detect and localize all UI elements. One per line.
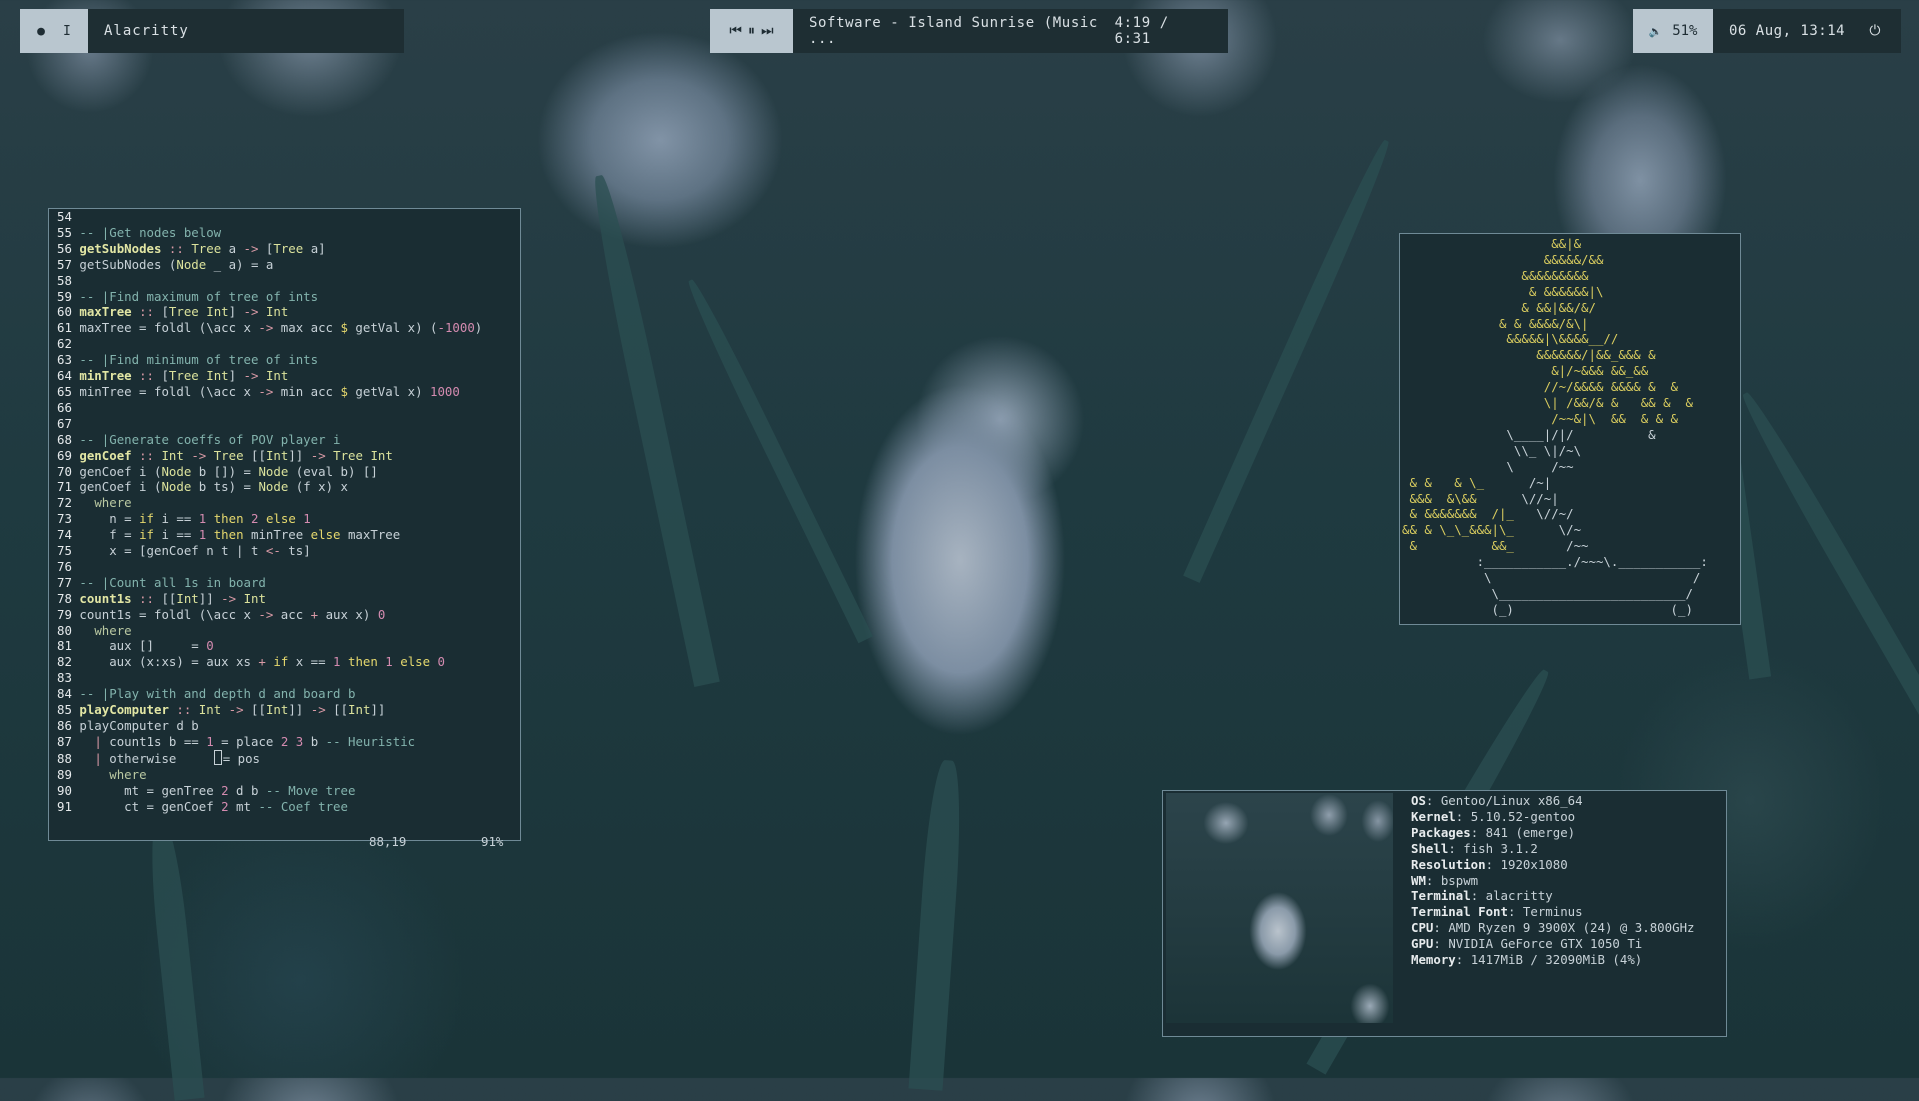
media-controls: ⏮ ⏸ ⏭ [710, 9, 793, 53]
info-key: Terminal Font [1411, 904, 1508, 920]
info-separator: : [1470, 824, 1486, 840]
info-row: Shell: fish 3.1.2 [1411, 841, 1695, 857]
vim-terminal-window[interactable]: 54 55 -- |Get nodes below 56 getSubNodes… [48, 208, 521, 849]
now-playing: Software - Island Sunrise (Music ... 4:1… [793, 9, 1228, 53]
info-value: 841 (emerge) [1485, 824, 1576, 840]
info-row: OS: Gentoo/Linux x86_64 [1411, 793, 1695, 809]
ascii-art-window[interactable]: &&|& &&&&&/&& &&&&&&&&& & &&&&&&|\ & &&|… [1399, 233, 1741, 625]
info-separator: : [1455, 808, 1471, 824]
wallpaper-thumbnail [1166, 793, 1393, 1023]
workspace-bar: ● I Alacritty [20, 9, 404, 53]
info-value: AMD Ryzen 9 3900X (24) @ 3.800GHz [1448, 920, 1695, 936]
info-key: OS [1411, 793, 1426, 808]
info-key: Resolution [1411, 856, 1486, 872]
track-time: 4:19 / 6:31 [1114, 15, 1169, 47]
track-title: Software - Island Sunrise (Music ... [809, 15, 1098, 47]
pause-icon[interactable]: ⏸ [748, 23, 755, 39]
volume-control[interactable]: 🔈 51% [1633, 9, 1713, 53]
info-value: fish 3.1.2 [1463, 840, 1538, 856]
workspace-label: I [63, 23, 71, 39]
info-row: Packages: 841 (emerge) [1411, 825, 1695, 841]
info-row: WM: bspwm [1411, 873, 1695, 889]
workspace-dot-icon: ● [37, 23, 45, 39]
info-row: Resolution: 1920x1080 [1411, 857, 1695, 873]
info-value: Gentoo/Linux x86_64 [1440, 793, 1583, 808]
neofetch-window[interactable]: OS: Gentoo/Linux x86_64 Kernel: 5.10.52-g… [1162, 790, 1727, 1037]
info-value: 1417MiB / 32090MiB (4%) [1470, 952, 1643, 968]
cursor-position: 88,19 [369, 834, 407, 849]
system-info: OS: Gentoo/Linux x86_64 Kernel: 5.10.52-g… [1411, 793, 1695, 968]
media-bar: ⏮ ⏸ ⏭ Software - Island Sunrise (Music .… [710, 9, 1228, 53]
workspace-indicator[interactable]: ● I [20, 9, 88, 53]
info-key: Terminal [1411, 888, 1471, 904]
scroll-percent: 91% [481, 834, 504, 849]
info-row: Memory: 1417MiB / 32090MiB (4%) [1411, 952, 1695, 968]
window-title: Alacritty [88, 9, 404, 53]
info-value: 5.10.52-gentoo [1470, 808, 1576, 824]
info-key: Memory [1411, 952, 1456, 968]
clock-area: 06 Aug, 13:14 ⏻ [1713, 9, 1901, 53]
status-bar: 🔈 51% 06 Aug, 13:14 ⏻ [1633, 9, 1901, 53]
clock: 06 Aug, 13:14 [1729, 23, 1846, 39]
power-icon[interactable]: ⏻ [1869, 23, 1881, 39]
info-separator: : [1470, 888, 1486, 904]
info-key: WM [1411, 872, 1426, 888]
info-value: alacritty [1485, 888, 1553, 904]
info-separator: : [1507, 904, 1523, 920]
code-buffer[interactable]: 54 55 -- |Get nodes below 56 getSubNodes… [57, 209, 520, 814]
info-separator: : [1425, 793, 1441, 808]
volume-level: 51% [1672, 23, 1698, 39]
info-value: bspwm [1440, 872, 1479, 888]
info-row: Terminal Font: Terminus [1411, 904, 1695, 920]
info-separator: : [1425, 872, 1441, 888]
info-value: 1920x1080 [1500, 856, 1568, 872]
info-row: GPU: NVIDIA GeForce GTX 1050 Ti [1411, 936, 1695, 952]
info-row: CPU: AMD Ryzen 9 3900X (24) @ 3.800GHz [1411, 920, 1695, 936]
info-separator: : [1455, 952, 1471, 968]
info-row: Kernel: 5.10.52-gentoo [1411, 809, 1695, 825]
previous-track-icon[interactable]: ⏮ [729, 23, 742, 39]
text-cursor [213, 749, 222, 765]
info-key: GPU [1411, 936, 1434, 952]
info-key: Kernel [1411, 808, 1456, 824]
next-track-icon[interactable]: ⏭ [761, 23, 774, 39]
info-row: Terminal: alacritty [1411, 888, 1695, 904]
info-key: Shell [1411, 840, 1449, 856]
info-key: CPU [1411, 920, 1434, 936]
info-separator: : [1448, 840, 1464, 856]
info-value: NVIDIA GeForce GTX 1050 Ti [1448, 936, 1643, 952]
info-value: Terminus [1522, 904, 1583, 920]
ascii-art: &&|& &&&&&/&& &&&&&&&&& & &&&&&&|\ & &&|… [1402, 236, 1708, 617]
info-key: Packages [1411, 824, 1471, 840]
info-separator: : [1433, 936, 1449, 952]
info-separator: : [1433, 920, 1449, 936]
volume-icon: 🔈 [1648, 24, 1663, 38]
info-separator: : [1485, 856, 1501, 872]
